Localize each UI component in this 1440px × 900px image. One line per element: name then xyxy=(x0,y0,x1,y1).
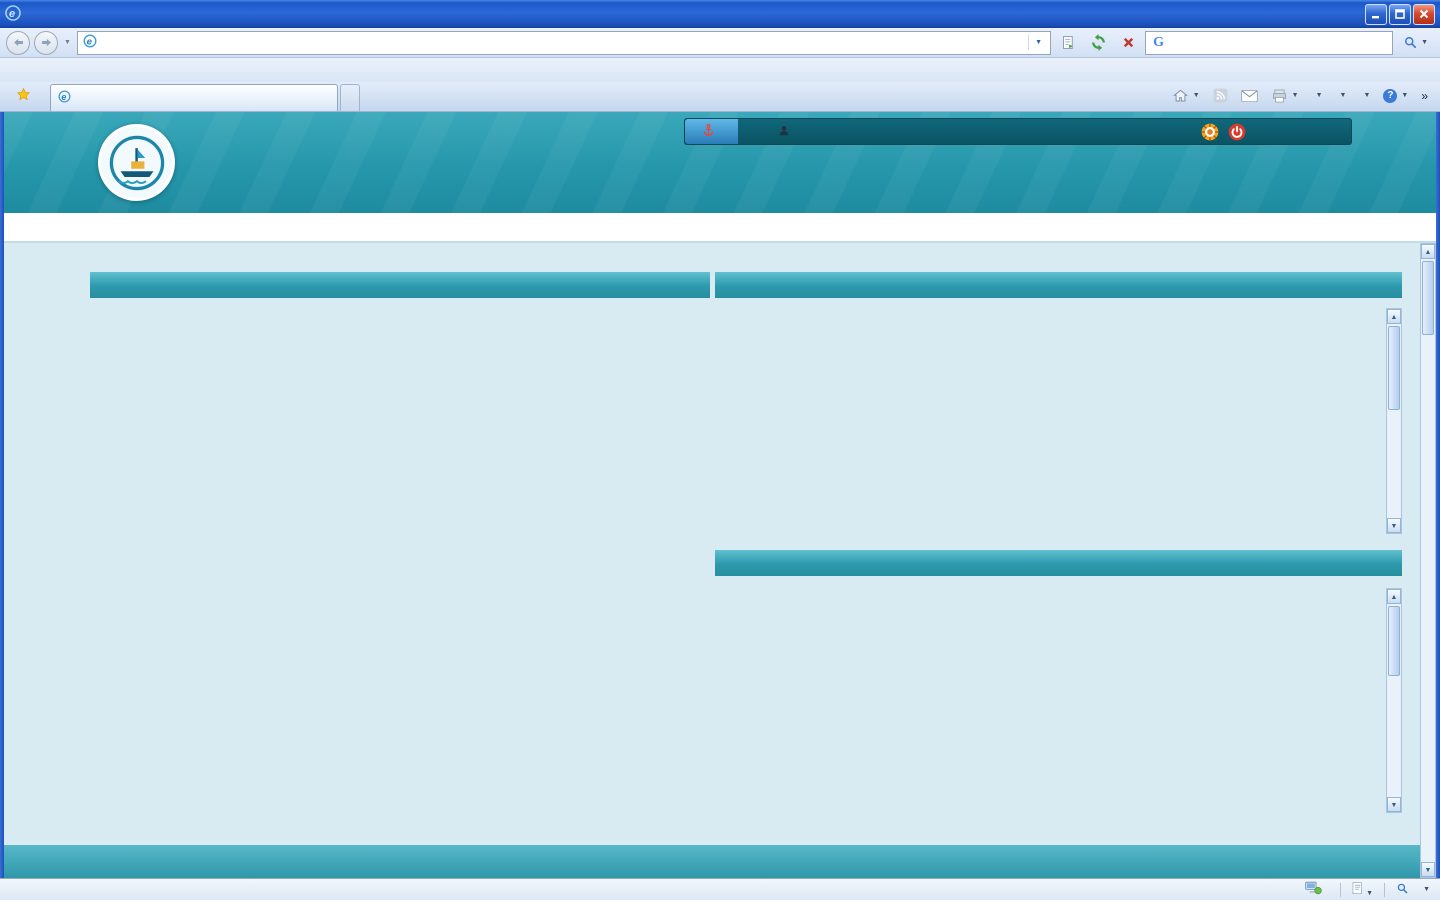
compatibility-view-button[interactable] xyxy=(1055,31,1081,55)
page-scrollbar[interactable]: ▲ ▼ xyxy=(1420,243,1436,878)
address-dropdown-icon[interactable]: ▼ xyxy=(1028,35,1045,50)
anchor-icon xyxy=(701,123,716,141)
safety-menu-button[interactable]: ▼ xyxy=(1330,89,1353,102)
subnav xyxy=(4,213,1436,243)
print-button[interactable]: ▼ xyxy=(1265,85,1305,107)
refresh-button[interactable] xyxy=(1085,31,1111,55)
forward-button[interactable] xyxy=(34,31,58,55)
favorites-button[interactable] xyxy=(6,83,46,109)
help-button[interactable]: ?▼ xyxy=(1377,86,1414,106)
logout-icon[interactable] xyxy=(1227,122,1247,142)
user-info xyxy=(778,124,795,140)
minimize-button[interactable] xyxy=(1365,4,1387,25)
scroll-down-icon[interactable]: ▼ xyxy=(1421,862,1435,877)
tanks-panel xyxy=(90,272,710,310)
search-dropdown-icon[interactable]: ▼ xyxy=(1421,39,1428,46)
help-icon: ? xyxy=(1383,89,1397,103)
scroll-down-icon[interactable]: ▼ xyxy=(1387,518,1401,533)
divider xyxy=(1340,883,1341,897)
close-button[interactable] xyxy=(1413,4,1435,25)
maximize-button[interactable] xyxy=(1389,4,1411,25)
menu-bar xyxy=(0,58,1440,82)
read-mail-button[interactable] xyxy=(1235,86,1264,106)
scroll-up-icon[interactable]: ▲ xyxy=(1387,309,1401,324)
stop-button[interactable] xyxy=(1115,31,1141,55)
experts-scrollbar[interactable]: ▲ ▼ xyxy=(1386,588,1402,813)
new-tab-button[interactable] xyxy=(340,84,360,111)
scroll-thumb[interactable] xyxy=(1388,326,1400,410)
command-bar: ▼ ▼ ▼ ▼ ▼ ?▼ » xyxy=(1166,82,1434,111)
svg-text:e: e xyxy=(61,92,66,102)
scroll-thumb[interactable] xyxy=(1422,261,1434,335)
status-right: ▼ ▼ xyxy=(1305,881,1430,898)
footer xyxy=(4,845,1420,878)
divider xyxy=(1384,883,1385,897)
materials-panel-title xyxy=(715,272,1402,298)
google-logo-icon: G xyxy=(1153,35,1164,51)
favorites-bar: e ▼ ▼ ▼ ▼ ▼ ?▼ » xyxy=(0,82,1440,112)
content-area: ▲ ▼ ▲ ▼ xyxy=(4,243,1420,845)
search-box[interactable]: G xyxy=(1145,31,1393,55)
strip-actions xyxy=(1200,122,1247,142)
app-logo xyxy=(98,124,175,201)
scroll-up-icon[interactable]: ▲ xyxy=(1421,244,1435,259)
address-bar: ▼ e ▼ G ▼ xyxy=(0,28,1440,58)
status-bar: ▼ ▼ xyxy=(0,878,1440,900)
browser-window: e ▼ e ▼ G ▼ e xyxy=(0,0,1440,900)
svg-text:e: e xyxy=(87,37,93,48)
experts-table-wrap: ▲ ▼ xyxy=(715,588,1402,813)
svg-text:e: e xyxy=(9,8,15,20)
experts-panel: ▲ ▼ xyxy=(715,550,1402,813)
materials-scrollbar[interactable]: ▲ ▼ xyxy=(1386,308,1402,534)
user-strip xyxy=(684,118,1352,145)
city-selector[interactable] xyxy=(685,119,738,144)
browser-tab[interactable]: e xyxy=(50,84,338,111)
home-button[interactable]: ▼ xyxy=(1166,85,1206,107)
page-mode-button[interactable]: ▼ xyxy=(1352,882,1373,898)
back-button[interactable] xyxy=(6,31,30,55)
tools-menu-button[interactable]: ▼ xyxy=(1353,89,1376,102)
scroll-down-icon[interactable]: ▼ xyxy=(1387,797,1401,812)
user-icon xyxy=(778,124,790,140)
zoom-dropdown-icon[interactable]: ▼ xyxy=(1423,886,1430,893)
feeds-button[interactable] xyxy=(1207,85,1234,106)
overflow-chevron[interactable]: » xyxy=(1415,86,1434,106)
skin-wheel-icon[interactable] xyxy=(1200,122,1220,142)
address-field[interactable]: e ▼ xyxy=(77,31,1051,55)
materials-table-wrap: ▲ ▼ xyxy=(715,308,1402,534)
ie-icon: e xyxy=(5,5,21,24)
experts-panel-title xyxy=(715,550,1402,576)
page-menu-button[interactable]: ▼ xyxy=(1306,89,1329,102)
materials-panel: ▲ ▼ xyxy=(715,272,1402,534)
zoom-icon xyxy=(1396,882,1409,898)
intranet-icon xyxy=(1305,881,1322,898)
search-button[interactable]: ▼ xyxy=(1397,31,1434,55)
page-icon: e xyxy=(83,34,97,51)
history-dropdown-icon[interactable]: ▼ xyxy=(62,39,73,46)
tab-page-icon: e xyxy=(58,90,71,106)
scroll-up-icon[interactable]: ▲ xyxy=(1387,589,1401,604)
star-icon xyxy=(16,87,31,105)
scroll-thumb[interactable] xyxy=(1388,606,1400,676)
window-titlebar: e xyxy=(0,0,1440,28)
window-frame-right xyxy=(1436,112,1440,900)
tanks-panel-title xyxy=(90,272,710,298)
app-banner xyxy=(4,112,1436,213)
window-frame-left xyxy=(0,112,4,900)
